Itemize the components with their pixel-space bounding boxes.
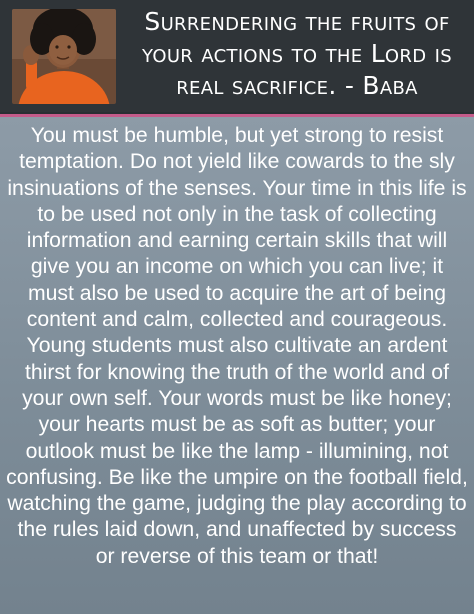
portrait-image xyxy=(12,9,116,104)
message-panel: You must be humble, but yet strong to re… xyxy=(0,114,474,614)
quote-card: Surrendering the fruits of your actions … xyxy=(0,0,474,614)
quote-title: Surrendering the fruits of your actions … xyxy=(142,7,452,100)
message-text: You must be humble, but yet strong to re… xyxy=(6,124,468,568)
quote-header: Surrendering the fruits of your actions … xyxy=(0,0,474,112)
